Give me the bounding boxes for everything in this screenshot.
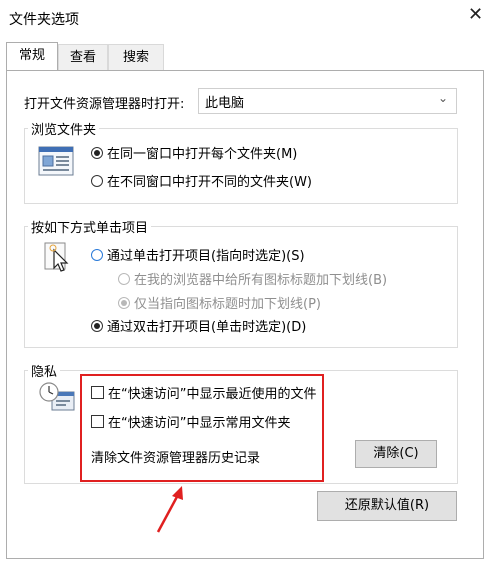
radio-same-window[interactable] (91, 146, 103, 159)
clear-button[interactable]: 清除(C) (355, 440, 437, 468)
open-explorer-value: 此电脑 (205, 96, 245, 111)
tab-strip: 常规 查看 搜索 (0, 42, 491, 70)
window-layout-icon (38, 146, 74, 176)
tab-view[interactable]: 查看 (58, 44, 108, 70)
browse-folders-title: 浏览文件夹 (28, 119, 100, 138)
browse-folders-group (24, 128, 458, 204)
radio-new-window[interactable] (91, 174, 103, 187)
radio-underline-point (118, 296, 130, 309)
open-explorer-dropdown[interactable]: 此电脑 ⌄ (198, 88, 457, 114)
tab-general[interactable]: 常规 (6, 42, 58, 70)
open-explorer-label: 打开文件资源管理器时打开: (24, 97, 185, 112)
double-click-option[interactable]: 通过双击打开项目(单击时选定)(D) (91, 316, 306, 335)
close-icon[interactable]: ✕ (468, 6, 483, 24)
annotation-highlight-box (80, 374, 324, 482)
open-new-window-option[interactable]: 在不同窗口中打开不同的文件夹(W) (91, 171, 312, 190)
privacy-clock-icon (38, 380, 76, 414)
window-title: 文件夹选项 (9, 12, 79, 28)
radio-underline-always (118, 272, 130, 285)
underline-always-option: 在我的浏览器中给所有图标标题加下划线(B) (118, 269, 387, 288)
underline-point-option: 仅当指向图标标题时加下划线(P) (118, 293, 321, 312)
open-same-window-option[interactable]: 在同一窗口中打开每个文件夹(M) (91, 143, 297, 162)
single-click-option[interactable]: 通过单击打开项目(指向时选定)(S) (91, 245, 305, 264)
radio-double-click[interactable] (91, 319, 103, 332)
privacy-title: 隐私 (28, 361, 61, 380)
pointer-click-icon (40, 240, 76, 276)
tab-search[interactable]: 搜索 (108, 44, 164, 70)
restore-defaults-button[interactable]: 还原默认值(R) (317, 491, 457, 521)
annotation-arrow-icon (150, 484, 190, 536)
click-items-title: 按如下方式单击项目 (28, 217, 152, 236)
radio-single-click[interactable] (91, 248, 103, 261)
chevron-down-icon: ⌄ (437, 91, 448, 105)
